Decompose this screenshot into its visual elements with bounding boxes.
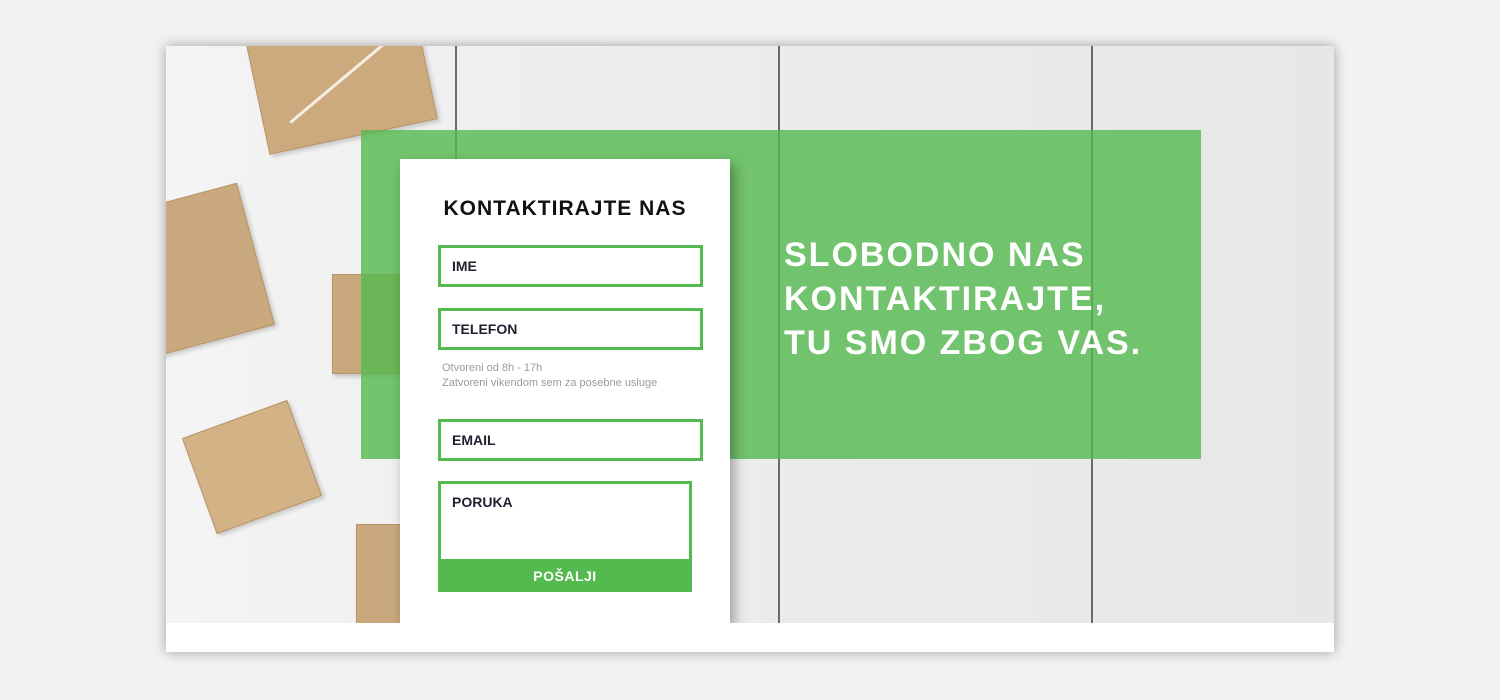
hours-line-1: Otvoreni od 8h - 17h	[442, 362, 543, 374]
cardboard-box-image	[166, 182, 275, 357]
opening-hours-note: Otvoreni od 8h - 17h Zatvoreni vikendom …	[442, 361, 702, 391]
hours-line-2: Zatvoreni vikendom sem za posebne usluge	[442, 377, 658, 389]
name-input[interactable]	[438, 245, 703, 287]
hero-background: SLOBODNO NAS KONTAKTIRAJTE, TU SMO ZBOG …	[166, 46, 1334, 623]
tagline-line-1: SLOBODNO NAS	[784, 236, 1086, 274]
send-button[interactable]: POŠALJI	[438, 559, 692, 592]
tagline-line-3: TU SMO ZBOG VAS.	[784, 324, 1143, 362]
tagline-line-2: KONTAKTIRAJTE,	[784, 280, 1107, 318]
form-title: KONTAKTIRAJTE NAS	[443, 197, 687, 220]
cardboard-box-image	[181, 399, 323, 535]
email-input[interactable]	[438, 419, 703, 461]
tagline: SLOBODNO NAS KONTAKTIRAJTE, TU SMO ZBOG …	[784, 233, 1184, 365]
phone-input[interactable]	[438, 308, 703, 350]
contact-form-card: KONTAKTIRAJTE NAS Otvoreni od 8h - 17h Z…	[400, 159, 730, 623]
message-textarea[interactable]	[438, 481, 692, 564]
contact-section: SLOBODNO NAS KONTAKTIRAJTE, TU SMO ZBOG …	[166, 46, 1334, 652]
